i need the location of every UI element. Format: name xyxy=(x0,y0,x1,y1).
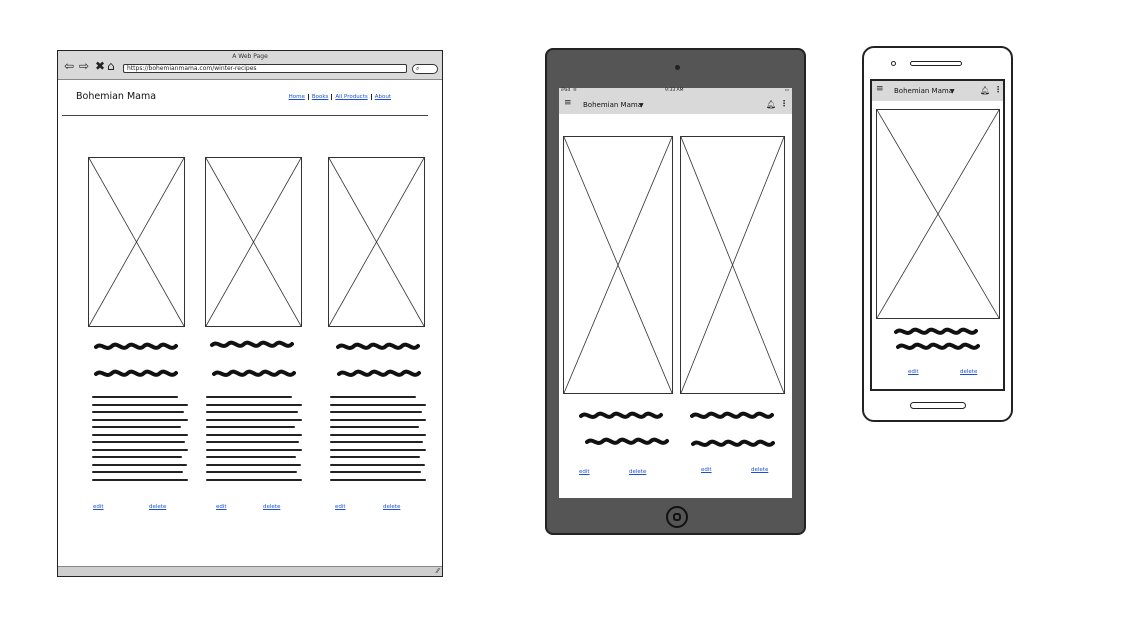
speaker-grille xyxy=(910,61,962,66)
nav-link-home[interactable]: Home xyxy=(286,94,308,100)
delete-link[interactable]: delete xyxy=(629,469,646,475)
home-bar[interactable] xyxy=(910,402,966,409)
bell-icon[interactable]: 🔔︎ xyxy=(980,86,990,95)
scribble-heading xyxy=(585,437,669,445)
image-placeholder xyxy=(680,136,785,394)
placeholder-text-block xyxy=(92,396,188,486)
edit-link[interactable]: edit xyxy=(908,369,919,375)
edit-link[interactable]: edit xyxy=(335,504,346,510)
site-brand[interactable]: Bohemian Mama xyxy=(76,91,156,102)
caret-down-icon[interactable]: ▼ xyxy=(950,88,955,95)
browser-status-bar xyxy=(58,566,442,576)
image-placeholder xyxy=(563,136,673,394)
scribble-heading xyxy=(94,369,178,377)
scribble-heading xyxy=(94,342,178,350)
hamburger-menu-icon[interactable]: ≡ xyxy=(876,84,884,94)
status-time: 9:33 AM xyxy=(665,88,684,93)
camera-icon xyxy=(675,65,680,70)
edit-link[interactable]: edit xyxy=(579,469,590,475)
tablet-screen: iPad ≋ 9:33 AM ▭ ≡ Bohemian Mama ▼ 🔔︎ ⋮ … xyxy=(559,88,792,498)
wifi-icon: ≋ xyxy=(573,88,577,93)
scribble-heading xyxy=(894,327,978,335)
image-placeholder xyxy=(876,109,1000,319)
top-nav: Home Books All Products About xyxy=(286,94,394,100)
app-bar: ≡ Bohemian Mama ▼ 🔔︎ ⋮ xyxy=(559,95,792,114)
nav-link-about[interactable]: About xyxy=(370,94,394,100)
search-box[interactable]: ⌕ xyxy=(412,64,438,74)
edit-link[interactable]: edit xyxy=(701,467,712,473)
placeholder-text-block xyxy=(330,396,426,486)
url-input[interactable]: https://bohemianmama.com/winter-recipes xyxy=(123,64,407,73)
image-placeholder xyxy=(88,157,185,327)
scribble-heading xyxy=(212,369,296,377)
delete-link[interactable]: delete xyxy=(263,504,280,510)
window-title: A Web Page xyxy=(232,53,268,60)
app-bar: ≡ Bohemian Mama ▼ 🔔︎ ⋮ xyxy=(872,81,1003,101)
search-icon: ⌕ xyxy=(416,65,420,72)
home-icon[interactable]: ⌂ xyxy=(107,60,115,72)
close-icon[interactable]: ✖ xyxy=(95,60,105,72)
hamburger-menu-icon[interactable]: ≡ xyxy=(564,98,572,108)
status-bar: iPad ≋ 9:33 AM ▭ xyxy=(559,88,792,95)
home-button-icon xyxy=(673,513,681,521)
image-placeholder xyxy=(205,157,302,327)
scribble-heading xyxy=(337,369,421,377)
battery-icon: ▭ xyxy=(784,88,789,93)
delete-link[interactable]: delete xyxy=(960,369,977,375)
forward-arrow-icon[interactable]: ⇨ xyxy=(79,60,89,72)
home-button[interactable] xyxy=(666,506,688,528)
resize-grip-icon[interactable]: ⁄⁄ xyxy=(437,567,439,575)
more-vert-icon[interactable]: ⋮ xyxy=(780,99,788,108)
app-title[interactable]: Bohemian Mama xyxy=(894,87,953,95)
back-arrow-icon[interactable]: ⇦ xyxy=(64,60,74,72)
scribble-heading xyxy=(210,340,294,348)
header-divider xyxy=(62,115,428,116)
app-title[interactable]: Bohemian Mama xyxy=(583,101,642,109)
nav-link-all-products[interactable]: All Products xyxy=(331,94,370,100)
nav-link-books[interactable]: Books xyxy=(307,94,332,100)
delete-link[interactable]: delete xyxy=(149,504,166,510)
scribble-heading xyxy=(336,342,420,350)
edit-link[interactable]: edit xyxy=(216,504,227,510)
delete-link[interactable]: delete xyxy=(383,504,400,510)
status-device-label: iPad xyxy=(561,88,571,93)
scribble-heading xyxy=(579,411,663,419)
front-camera-icon xyxy=(891,61,896,66)
delete-link[interactable]: delete xyxy=(751,467,768,473)
browser-window: A Web Page ⇦ ⇨ ✖ ⌂ https://bohemianmama.… xyxy=(57,50,443,577)
placeholder-text-block xyxy=(206,396,302,486)
phone-screen: ≡ Bohemian Mama ▼ 🔔︎ ⋮ edit delete xyxy=(870,79,1005,391)
scribble-heading xyxy=(690,411,774,419)
browser-chrome: A Web Page ⇦ ⇨ ✖ ⌂ https://bohemianmama.… xyxy=(58,51,442,80)
scribble-heading xyxy=(691,439,775,447)
caret-down-icon[interactable]: ▼ xyxy=(639,102,644,109)
tablet-device: iPad ≋ 9:33 AM ▭ ≡ Bohemian Mama ▼ 🔔︎ ⋮ … xyxy=(545,48,806,535)
more-vert-icon[interactable]: ⋮ xyxy=(994,85,1002,94)
edit-link[interactable]: edit xyxy=(93,504,104,510)
phone-device: ≡ Bohemian Mama ▼ 🔔︎ ⋮ edit delete xyxy=(862,46,1013,422)
image-placeholder xyxy=(328,157,425,327)
bell-icon[interactable]: 🔔︎ xyxy=(766,100,776,109)
scribble-heading xyxy=(896,342,980,350)
